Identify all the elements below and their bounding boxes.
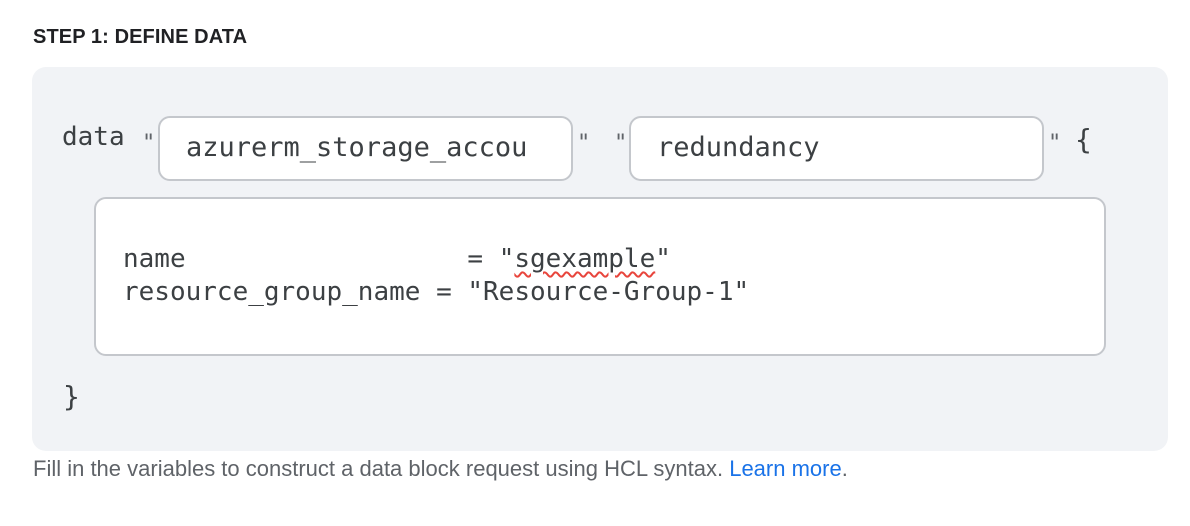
- code-panel: data " azurerm_storage_accou " " redunda…: [32, 67, 1168, 451]
- quote-mark: ": [577, 131, 591, 156]
- resource-type-input[interactable]: azurerm_storage_accou: [158, 116, 573, 181]
- name-key: name: [123, 244, 186, 274]
- close-brace: }: [63, 380, 80, 413]
- learn-more-link[interactable]: Learn more: [729, 456, 842, 481]
- quote-mark: ": [614, 131, 628, 156]
- name-quote-open: ": [498, 244, 515, 274]
- step-title: STEP 1: DEFINE DATA: [33, 26, 248, 48]
- name-padding: [186, 244, 468, 274]
- quote-mark: ": [1048, 131, 1062, 156]
- name-quote-close: ": [655, 244, 671, 274]
- data-keyword: data: [62, 122, 125, 152]
- body-line-name: name = "sgexample": [123, 243, 1104, 276]
- caption-text: Fill in the variables to construct a dat…: [33, 456, 730, 481]
- name-equals: =: [467, 244, 499, 274]
- data-block-body-editor[interactable]: name = "sgexample" resource_group_name = …: [94, 197, 1106, 356]
- data-name-input[interactable]: redundancy: [629, 116, 1044, 181]
- open-brace: {: [1075, 123, 1092, 156]
- name-value-misspelled: sgexample: [514, 244, 656, 274]
- caption-suffix: .: [841, 456, 848, 481]
- quote-mark: ": [142, 131, 156, 156]
- helper-caption: Fill in the variables to construct a dat…: [33, 456, 848, 482]
- body-line-resource-group: resource_group_name = "Resource-Group-1": [123, 277, 750, 307]
